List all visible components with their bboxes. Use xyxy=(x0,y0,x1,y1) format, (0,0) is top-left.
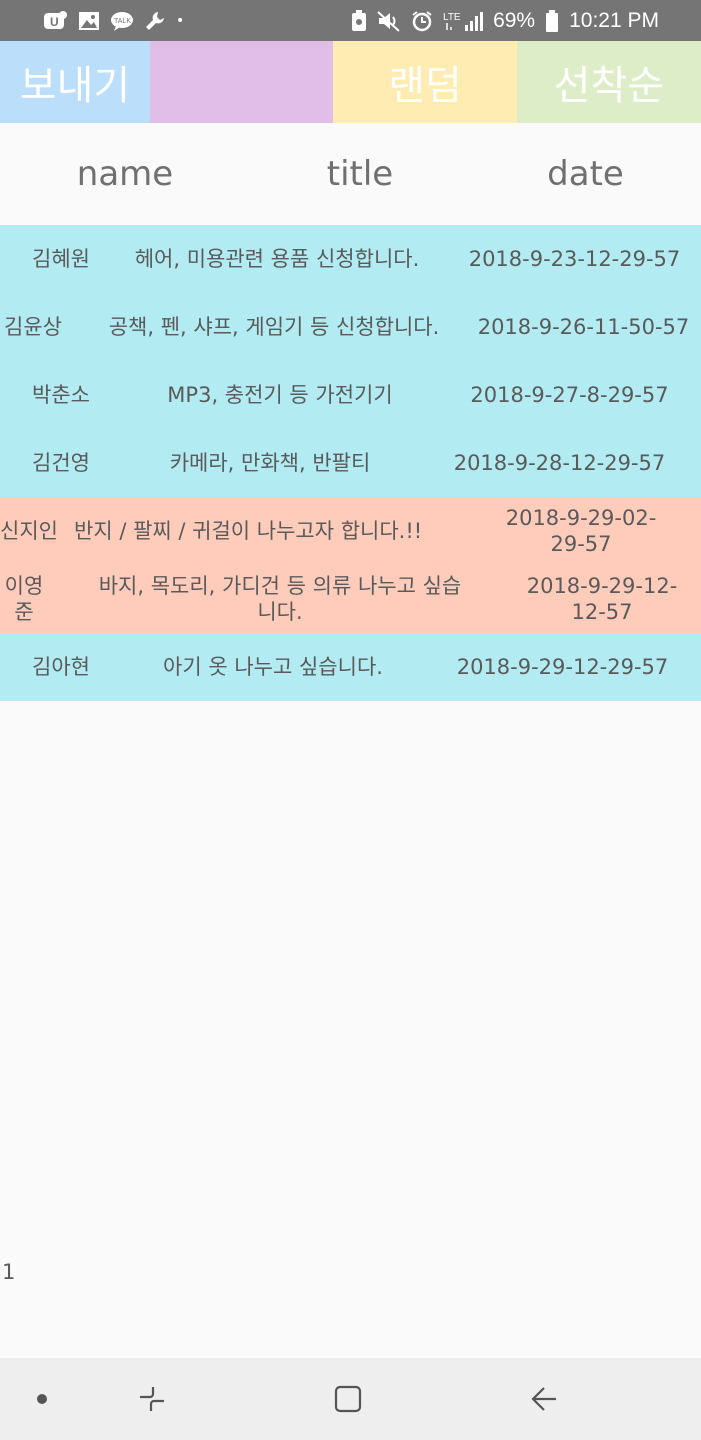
tab-random[interactable]: 랜덤 xyxy=(333,41,517,123)
row-name: 이영준 xyxy=(4,574,44,624)
dot-icon[interactable] xyxy=(22,1358,62,1440)
row-name: 김건영 xyxy=(32,451,90,475)
battery-icon xyxy=(545,9,559,32)
header-title: title xyxy=(326,154,394,194)
home-icon[interactable] xyxy=(318,1358,378,1440)
post-list: 김혜원 헤어, 미용관련 용품 신청합니다. 2018-9-23-12-29-5… xyxy=(0,225,701,701)
row-date: 2018-9-29-12-12-57 xyxy=(526,574,678,624)
row-date: 2018-9-28-12-29-57 xyxy=(453,451,666,475)
battery-percent: 69% xyxy=(493,8,536,32)
row-name: 김윤상 xyxy=(4,315,62,339)
header-date: date xyxy=(547,154,624,194)
row-date: 2018-9-29-02-29-57 xyxy=(505,506,657,556)
tab-first-come[interactable]: 선착순 xyxy=(517,41,701,123)
navigation-bar xyxy=(0,1358,701,1440)
list-item[interactable]: 김혜원 헤어, 미용관련 용품 신청합니다. 2018-9-23-12-29-5… xyxy=(0,225,701,293)
app-notification-icon: U xyxy=(42,10,68,32)
row-title: 아기 옷 나누고 싶습니다. xyxy=(163,655,383,679)
row-date: 2018-9-27-8-29-57 xyxy=(470,383,669,407)
row-name: 박춘소 xyxy=(32,383,90,407)
status-dot: • xyxy=(176,12,185,29)
talk-icon: TALK xyxy=(110,10,134,32)
header-name: name xyxy=(76,154,174,194)
row-date: 2018-9-23-12-29-57 xyxy=(468,247,681,271)
list-item[interactable]: 박춘소 MP3, 충전기 등 가전기기 2018-9-27-8-29-57 xyxy=(0,361,701,429)
alarm-icon xyxy=(411,10,433,32)
clock: 10:21 PM xyxy=(569,8,659,32)
status-right-icons: LTE 69% 10:21 PM xyxy=(351,9,659,33)
row-name: 신지인 xyxy=(0,519,58,543)
row-title: 카메라, 만화책, 반팔티 xyxy=(169,451,371,475)
row-date: 2018-9-29-12-29-57 xyxy=(456,655,669,679)
tab-blank[interactable] xyxy=(150,41,333,123)
row-title: 바지, 목도리, 가디건 등 의류 나누고 싶습니다. xyxy=(98,574,462,624)
status-bar: U TALK • LTE 69% 10:21 PM xyxy=(0,0,701,41)
recent-apps-icon[interactable] xyxy=(122,1358,182,1440)
list-item[interactable]: 김윤상 공책, 펜, 샤프, 게임기 등 신청합니다. 2018-9-26-11… xyxy=(0,293,701,361)
row-name: 김아현 xyxy=(32,655,90,679)
recycle-icon xyxy=(351,9,367,32)
row-title: 헤어, 미용관련 용품 신청합니다. xyxy=(134,247,420,271)
svg-text:TALK: TALK xyxy=(114,18,131,25)
page-number: 1 xyxy=(2,1260,16,1284)
status-left-icons: U TALK • xyxy=(42,10,184,32)
table-header: name title date xyxy=(0,123,701,225)
svg-text:U: U xyxy=(50,15,59,29)
list-item[interactable]: 이영준 바지, 목도리, 가디건 등 의류 나누고 싶습니다. 2018-9-2… xyxy=(0,565,701,633)
image-icon xyxy=(78,11,100,31)
row-date: 2018-9-26-11-50-57 xyxy=(477,315,690,339)
lte-signal-icon: LTE xyxy=(443,10,484,32)
tab-send[interactable]: 보내기 xyxy=(0,41,150,123)
list-item[interactable]: 김건영 카메라, 만화책, 반팔티 2018-9-28-12-29-57 xyxy=(0,429,701,497)
list-item[interactable]: 신지인 반지 / 팔찌 / 귀걸이 나누고자 합니다.!! 2018-9-29-… xyxy=(0,497,701,565)
row-title: MP3, 충전기 등 가전기기 xyxy=(167,383,393,407)
row-title: 공책, 펜, 샤프, 게임기 등 신청합니다. xyxy=(108,315,440,339)
wrench-icon xyxy=(144,10,166,32)
back-icon[interactable] xyxy=(514,1358,574,1440)
tab-bar: 보내기 랜덤 선착순 xyxy=(0,41,701,123)
list-item[interactable]: 김아현 아기 옷 나누고 싶습니다. 2018-9-29-12-29-57 xyxy=(0,633,701,701)
row-title: 반지 / 팔찌 / 귀걸이 나누고자 합니다.!! xyxy=(74,519,423,543)
mute-icon xyxy=(377,10,401,32)
lte-text: LTE xyxy=(443,12,461,23)
row-name: 김혜원 xyxy=(32,247,90,271)
